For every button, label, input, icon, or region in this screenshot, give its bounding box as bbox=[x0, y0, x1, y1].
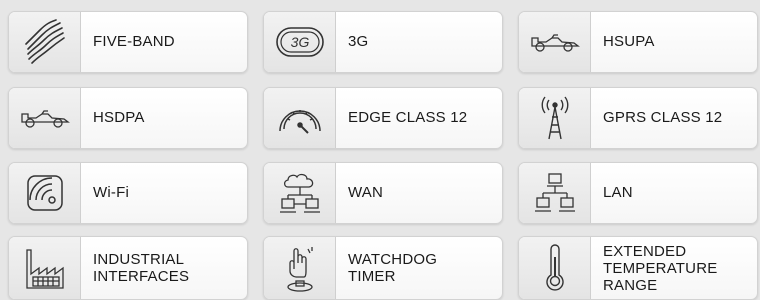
tile-gprs-class-12: GPRS CLASS 12 bbox=[518, 87, 758, 149]
speedometer-icon bbox=[264, 88, 336, 148]
tile-watchdog-timer: WATCHDOG TIMER bbox=[263, 236, 503, 300]
tile-label: INDUSTRIAL INTERFACES bbox=[93, 251, 190, 285]
race-car-icon bbox=[9, 88, 81, 148]
tile-label: 3G bbox=[348, 33, 369, 50]
tile-label: EDGE CLASS 12 bbox=[348, 109, 468, 126]
tile-wan: WAN bbox=[263, 162, 503, 224]
tile-edge-class-12: EDGE CLASS 12 bbox=[263, 87, 503, 149]
tile-3g: 3G 3G bbox=[263, 11, 503, 73]
tile-hsupa: HSUPA bbox=[518, 11, 758, 73]
antenna-tower-icon bbox=[519, 88, 591, 148]
tile-hsdpa: HSDPA bbox=[8, 87, 248, 149]
factory-icon bbox=[9, 237, 81, 299]
tile-five-band: FIVE-BAND bbox=[8, 11, 248, 73]
wifi-icon bbox=[9, 163, 81, 223]
race-car-icon bbox=[519, 12, 591, 72]
cloud-network-icon bbox=[264, 163, 336, 223]
tile-label: FIVE-BAND bbox=[93, 33, 175, 50]
tile-extended-temperature-range: EXTENDED TEMPERATURE RANGE bbox=[518, 236, 758, 300]
tile-label: LAN bbox=[603, 184, 633, 201]
tile-wifi: Wi-Fi bbox=[8, 162, 248, 224]
tile-label: GPRS CLASS 12 bbox=[603, 109, 723, 126]
tile-label: HSUPA bbox=[603, 33, 655, 50]
tile-label: WATCHDOG TIMER bbox=[348, 251, 438, 285]
tile-label: WAN bbox=[348, 184, 384, 201]
feature-grid: FIVE-BAND 3G 3G HSUPA HSDPA EDGE CLASS 1… bbox=[0, 0, 760, 300]
five-band-icon bbox=[9, 12, 81, 72]
hand-button-icon bbox=[264, 237, 336, 299]
svg-text:3G: 3G bbox=[290, 34, 309, 50]
tile-label: Wi-Fi bbox=[93, 184, 129, 201]
tile-label: EXTENDED TEMPERATURE RANGE bbox=[603, 242, 718, 294]
tile-lan: LAN bbox=[518, 162, 758, 224]
tile-industrial-interfaces: INDUSTRIAL INTERFACES bbox=[8, 236, 248, 300]
3g-icon: 3G bbox=[264, 12, 336, 72]
lan-network-icon bbox=[519, 163, 591, 223]
thermometer-icon bbox=[519, 237, 591, 299]
tile-label: HSDPA bbox=[93, 109, 145, 126]
